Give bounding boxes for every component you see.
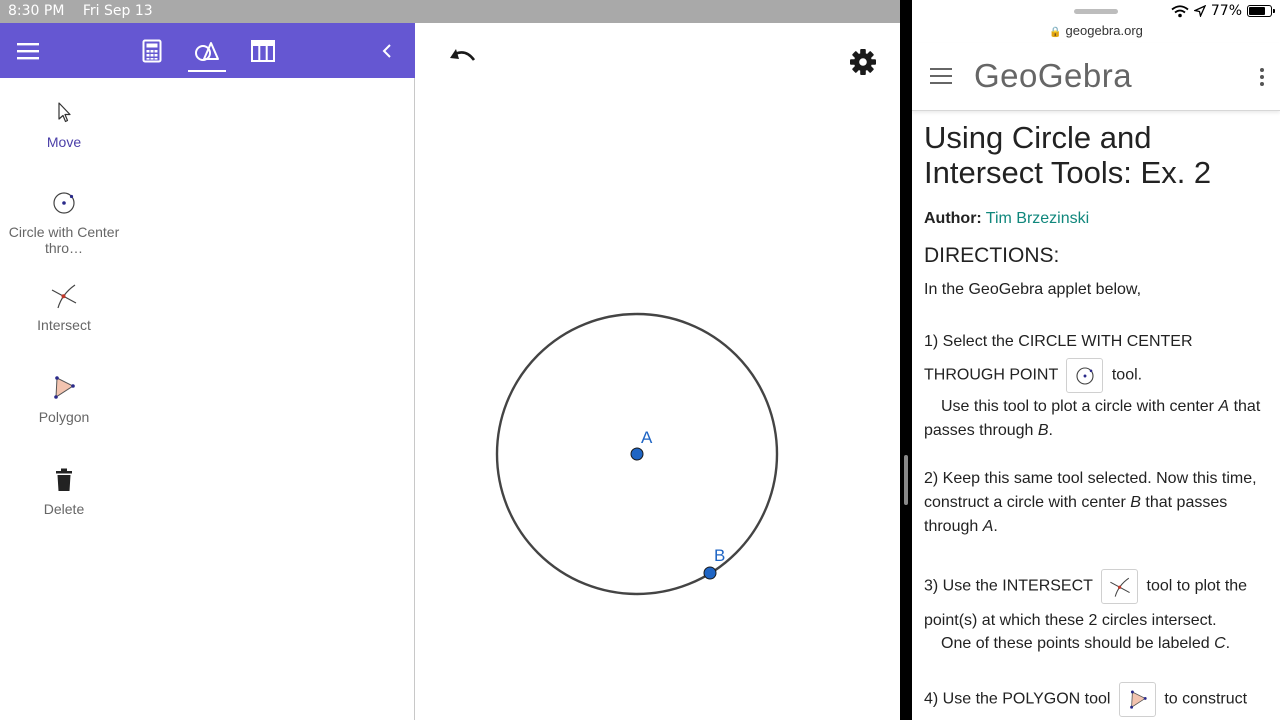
tool-panel: Move Circle with Center thro… Intersect … [0,78,415,720]
step-4-text: 4) Use the POLYGON tool [924,690,1111,708]
chevron-left-icon[interactable] [369,33,405,69]
step-2: 2) Keep this same tool selected. Now thi… [924,467,1274,539]
step-1-tool-suffix: tool. [1111,366,1143,384]
step-3-detail-text: One of these points should be labeled [941,635,1215,652]
polygon-icon [54,376,75,399]
geometry-tools-icon[interactable] [189,33,225,69]
geogebra-toolbar [0,23,415,78]
step-1-var-b: B [1037,422,1049,439]
step-3-var-c: C [1214,635,1226,652]
step-3-detail-text: . [1225,635,1231,652]
article-title: Using Circle and Intersect Tools: Ex. 2 [924,120,1212,190]
geogebra-logo[interactable]: GeoGebra [974,57,1132,95]
trash-icon [56,468,72,491]
calculator-icon[interactable] [134,33,170,69]
point-b-label: B [714,546,725,565]
lock-icon: 🔒 [1049,27,1062,38]
point-b[interactable] [703,566,717,580]
browser-app: 77% 🔒 geogebra.org GeoGebra Using Circle … [912,0,1280,720]
tool-label: Move [46,134,82,150]
circle-center-point-icon [1066,358,1104,393]
tool-label: Intersect [37,317,91,333]
step-4-text: to construct [1164,690,1248,708]
author-link[interactable]: Tim Brzezinski [986,210,1089,227]
status-right: 77% [1171,3,1275,19]
point-a-label: A [641,428,653,447]
graphics-canvas[interactable]: A B [416,23,900,720]
status-date: Fri Sep 13 [82,3,153,19]
graphics-view[interactable]: A B [416,23,900,720]
tool-move[interactable]: Move [8,98,120,150]
location-arrow-icon [1193,5,1206,17]
intersect-icon [51,284,77,309]
circle-center-point-icon [53,192,75,214]
tool-delete[interactable]: Delete [8,465,120,517]
undo-icon[interactable] [446,45,480,75]
polygon-icon [1118,682,1156,717]
step-1-text: 1) Select the CIRCLE WITH CENTER THROUGH… [924,333,1193,384]
url-text: geogebra.org [1065,23,1143,38]
status-bar: 8:30 PM Fri Sep 13 [0,0,900,23]
tool-polygon[interactable]: Polygon [8,373,120,425]
active-tab-indicator [188,70,226,72]
step-1: 1) Select the CIRCLE WITH CENTER THROUGH… [924,326,1274,393]
step-1-var-a: A [1218,398,1230,415]
step-3-text: 3) Use the INTERSECT [924,577,1093,595]
cursor-arrow-icon [58,102,71,123]
tool-intersect[interactable]: Intersect [8,281,120,333]
status-time: 8:30 PM [8,3,65,19]
wifi-icon [1171,4,1189,17]
geogebra-app: 8:30 PM Fri Sep 13 Move Circle with Cent… [0,0,900,720]
point-a[interactable] [630,447,644,461]
site-header: GeoGebra [912,43,1280,111]
battery-percent: 77% [1210,3,1242,19]
author-label: Author: [924,210,982,227]
url-bar[interactable]: 🔒 geogebra.org [912,21,1280,41]
step-3: 3) Use the INTERSECT tool to plot the po… [924,569,1274,637]
directions-heading: DIRECTIONS: [924,244,1060,267]
gear-icon[interactable] [848,47,878,77]
author-line: Author: Tim Brzezinski [924,210,1274,228]
hamburger-menu-icon[interactable] [930,67,952,85]
step-2-var-b: B [1130,494,1141,511]
window-grabber[interactable] [1074,9,1118,14]
more-vertical-icon[interactable] [1258,67,1266,87]
step-1-detail: Use this tool to plot a circle with cent… [924,395,1274,443]
step-1-detail-text: . [1048,422,1053,439]
step-4: 4) Use the POLYGON tool to construct [924,682,1274,717]
hamburger-menu-icon[interactable] [10,33,46,69]
step-1-detail-text: Use this tool to plot a circle with cent… [941,398,1219,415]
battery-icon [1247,5,1275,17]
table-icon[interactable] [245,33,281,69]
tool-label: Delete [43,501,85,517]
tool-circle-center-point[interactable]: Circle with Center thro… [8,188,120,256]
divider-handle[interactable] [904,455,908,505]
step-3-detail: One of these points should be labeled C. [924,632,1274,656]
step-2-var-a: A [982,518,994,535]
intro-text: In the GeoGebra applet below, [924,281,1142,298]
step-2-text: . [993,518,998,535]
split-view-divider[interactable] [900,0,912,720]
browser-status-bar: 77% [912,0,1280,23]
article: Using Circle and Intersect Tools: Ex. 2 … [924,120,1274,717]
tool-label: Circle with Center thro… [8,224,120,256]
tool-label: Polygon [38,409,90,425]
intersect-icon [1101,569,1139,604]
